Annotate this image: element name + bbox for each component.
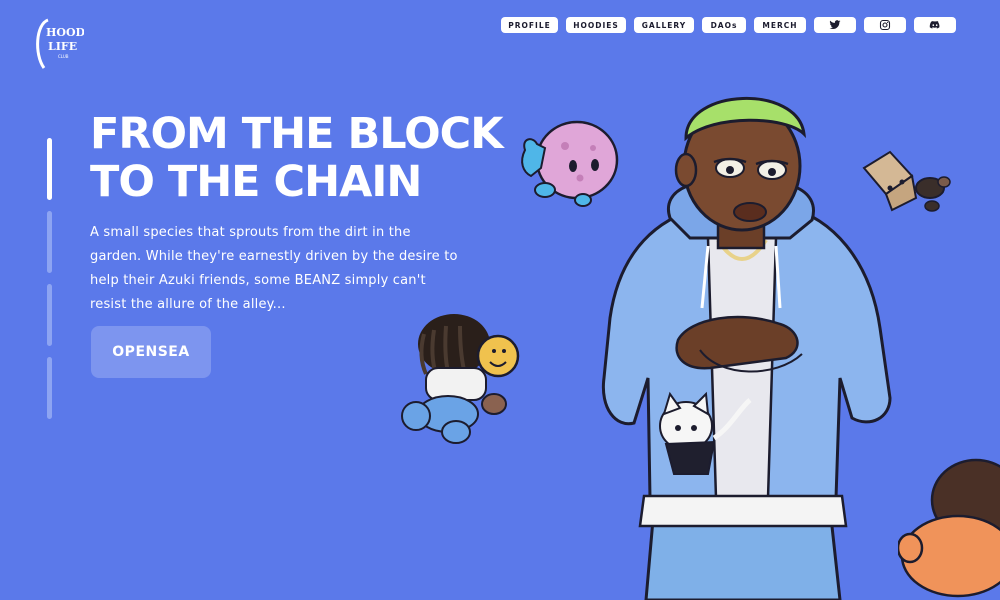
- nav-daos[interactable]: DAOs: [702, 17, 746, 33]
- slide-indicator-1[interactable]: [47, 138, 52, 200]
- slide-indicator-3[interactable]: [47, 284, 52, 346]
- logo-text-life: LIFE: [48, 40, 77, 53]
- nav-profile[interactable]: PROFILE: [501, 17, 558, 33]
- slide-indicator-4[interactable]: [47, 357, 52, 419]
- discord-icon: [929, 21, 940, 29]
- nav-hoodies[interactable]: HOODIES: [566, 17, 626, 33]
- twitter-button[interactable]: [814, 17, 856, 33]
- instagram-button[interactable]: [864, 17, 906, 33]
- hero-title: FROM THE BLOCK TO THE CHAIN: [90, 110, 530, 206]
- dreadlocks-bean-character-image: [401, 314, 520, 444]
- twitter-icon: [829, 20, 841, 30]
- discord-button[interactable]: [914, 17, 956, 33]
- hero-title-line-2: TO THE CHAIN: [90, 157, 422, 207]
- top-nav: PROFILE HOODIES GALLERY DAOs MERCH: [501, 17, 956, 33]
- hero-title-line-1: FROM THE BLOCK: [90, 109, 504, 159]
- instagram-icon: [879, 19, 891, 31]
- corner-bean-character-image: [898, 458, 1000, 598]
- slide-indicator-2[interactable]: [47, 211, 52, 273]
- hood-life-club-logo[interactable]: HOOD LIFE CLUB: [34, 14, 84, 74]
- hero-description: A small species that sprouts from the di…: [90, 225, 458, 312]
- opensea-button[interactable]: OPENSEA: [91, 326, 211, 378]
- logo-text-hood: HOOD: [46, 26, 84, 39]
- nav-merch[interactable]: MERCH: [754, 17, 806, 33]
- logo-text-club: CLUB: [58, 54, 69, 59]
- nav-gallery[interactable]: GALLERY: [634, 17, 694, 33]
- main-hoodie-character-image: [601, 96, 892, 600]
